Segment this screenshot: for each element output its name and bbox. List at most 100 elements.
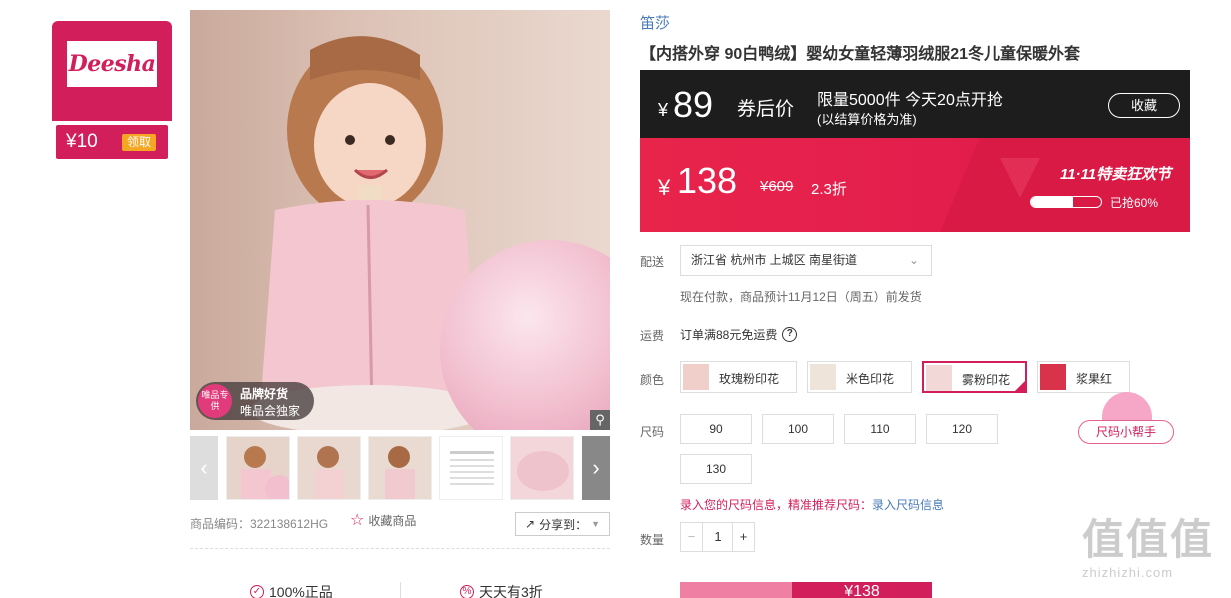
sale-price: 138	[677, 160, 738, 201]
chevron-left-icon[interactable]: ‹	[190, 436, 218, 500]
question-circle-icon[interactable]: ?	[782, 327, 798, 342]
coupon-price-label: 券后价	[737, 99, 795, 120]
main-product-image[interactable]: 唯品专供 品牌好货 唯品会独家 ⚲	[190, 10, 610, 430]
freight-label: 运费	[640, 329, 665, 343]
divider	[400, 582, 401, 598]
coupon-claim-button[interactable]: 领取	[122, 134, 156, 151]
quantity-label: 数量	[640, 533, 665, 547]
thumbnail[interactable]	[368, 436, 432, 500]
brand-banner: Deesha	[52, 21, 172, 121]
favorite-label: 收藏商品	[368, 514, 417, 528]
share-icon: ↗	[525, 517, 536, 531]
sold-progress-bar	[1030, 196, 1102, 208]
color-option-selected[interactable]: 雾粉印花	[922, 361, 1027, 393]
size-option[interactable]: 100	[762, 414, 834, 444]
brand-logo: Deesha	[67, 41, 157, 87]
coupon-price: 89	[673, 84, 714, 125]
buy-now-button[interactable]: ¥138	[792, 582, 932, 598]
guarantee-discount: % 天天有3折	[460, 582, 543, 598]
quantity-decrease-button[interactable]: −	[681, 523, 703, 551]
sold-progress-fill	[1031, 197, 1073, 207]
vip-badge-icon: 唯品专供	[198, 384, 232, 418]
percent-icon: %	[460, 585, 474, 598]
color-swatch	[683, 364, 709, 390]
thumbnail-image	[298, 437, 360, 499]
size-option[interactable]: 110	[844, 414, 916, 444]
guarantee-label: 天天有3折	[479, 584, 543, 598]
coupon-amount: ¥10	[66, 131, 98, 152]
collect-button[interactable]: 收藏	[1108, 93, 1180, 118]
color-swatch	[810, 364, 836, 390]
coupon-price-banner: ¥ 89 券后价 限量5000件 今天20点开抢 (以结算价格为准) 收藏	[640, 70, 1190, 138]
thumbnail[interactable]	[510, 436, 574, 500]
color-option[interactable]: 玫瑰粉印花	[680, 361, 797, 393]
thumbnail-size-chart[interactable]	[439, 436, 503, 500]
color-option-label: 雾粉印花	[962, 373, 1011, 387]
brand-card[interactable]: Deesha ¥10 领取	[52, 21, 172, 159]
color-label: 颜色	[640, 373, 665, 387]
chevron-right-icon[interactable]: ›	[582, 436, 610, 500]
limit-text: 限量5000件 今天20点开抢	[817, 92, 1003, 109]
currency-symbol: ¥	[658, 175, 671, 200]
star-icon: ☆	[350, 511, 365, 529]
quantity-stepper: − 1 +	[680, 522, 755, 552]
color-option-label: 米色印花	[846, 372, 895, 386]
shield-check-icon: ✓	[250, 585, 264, 598]
guarantee-label: 100%正品	[269, 584, 333, 598]
color-option[interactable]: 米色印花	[807, 361, 912, 393]
thumbnail-image	[369, 437, 431, 499]
freight-text: 订单满88元免运费	[680, 328, 778, 342]
size-info: 录入您的尺码信息，精准推荐尺码：录入尺码信息	[680, 496, 944, 513]
discount-rate: 2.3折	[811, 181, 847, 198]
product-photo	[250, 36, 610, 430]
color-swatch	[1040, 364, 1066, 390]
color-option[interactable]: 浆果红	[1037, 361, 1130, 393]
site-watermark: 值值值 zhizhizhi.com	[1082, 515, 1227, 580]
size-option[interactable]: 120	[926, 414, 998, 444]
brand-coupon[interactable]: ¥10 领取	[56, 125, 168, 159]
vip-badge-subtitle: 唯品会独家	[240, 404, 301, 418]
favorite-button[interactable]: ☆ 收藏商品	[350, 512, 416, 529]
watermark-logo: 值值值	[1082, 516, 1215, 563]
currency-symbol: ¥	[658, 100, 669, 120]
quantity-input[interactable]: 1	[703, 523, 733, 551]
buy-buttons: ¥138	[680, 582, 932, 598]
thumbnail[interactable]	[297, 436, 361, 500]
product-code: 商品编码：322138612HG	[190, 517, 329, 531]
brand-link[interactable]: 笛莎	[640, 12, 670, 33]
size-helper-button[interactable]: 尺码小帮手	[1078, 420, 1174, 444]
watermark-url: zhizhizhi.com	[1082, 565, 1174, 580]
size-info-link[interactable]: 录入尺码信息	[872, 498, 944, 512]
guarantee-authentic: ✓ 100%正品	[250, 582, 333, 598]
size-option[interactable]: 130	[680, 454, 752, 484]
size-option[interactable]: 90	[680, 414, 752, 444]
coupon-buy-button[interactable]	[680, 582, 792, 598]
size-info-text: 录入您的尺码信息，精准推荐尺码：	[680, 498, 873, 512]
color-option-label: 玫瑰粉印花	[719, 372, 780, 386]
address-value: 浙江省 杭州市 上城区 南星街道	[691, 253, 858, 267]
caret-down-icon: ▼	[591, 519, 600, 529]
vip-badge-title: 品牌好货	[240, 387, 289, 401]
divider	[190, 548, 610, 549]
thumbnail-strip: ‹ ›	[190, 436, 610, 500]
delivery-label: 配送	[640, 255, 665, 269]
address-select[interactable]: 浙江省 杭州市 上城区 南星街道 ⌄	[680, 245, 932, 276]
product-title: 【内搭外穿 90白鸭绒】婴幼女童轻薄羽绒服21冬儿童保暖外套	[640, 46, 1081, 63]
color-option-label: 浆果红	[1076, 372, 1113, 386]
festival-title: 11·11特卖狂欢节	[1060, 166, 1172, 183]
thumbnail[interactable]	[226, 436, 290, 500]
original-price: ¥609	[760, 178, 794, 195]
vip-exclusive-badge: 唯品专供 品牌好货 唯品会独家	[196, 382, 314, 420]
quantity-increase-button[interactable]: +	[732, 523, 754, 551]
sold-text: 已抢60%	[1110, 196, 1159, 210]
share-button[interactable]: ↗ 分享到： ▼	[515, 512, 610, 536]
sale-price-banner: ¥ 138 ¥609 2.3折 11·11特卖狂欢节 已抢60%	[640, 138, 1190, 232]
thumbnail-image	[227, 437, 289, 499]
chevron-down-icon: ⌄	[908, 253, 919, 267]
magnifier-icon[interactable]: ⚲	[590, 410, 610, 430]
share-label: 分享到：	[539, 517, 588, 532]
size-label: 尺码	[640, 425, 665, 439]
thumbnail-image	[511, 437, 573, 499]
ship-note: 现在付款，商品预计11月12日（周五）前发货	[680, 290, 922, 304]
freight-info: 订单满88元免运费 ?	[680, 326, 798, 343]
